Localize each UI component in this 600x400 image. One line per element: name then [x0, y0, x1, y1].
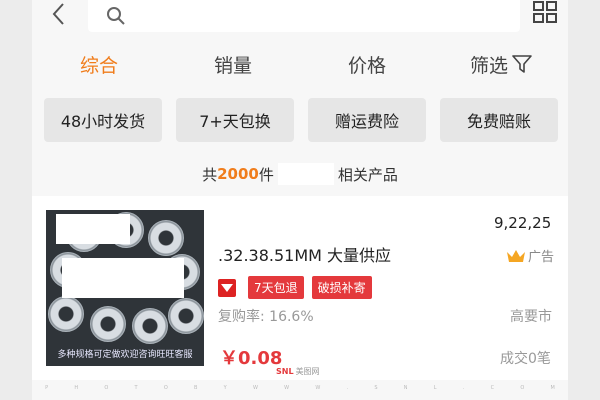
watermark-brand: SNL	[276, 367, 294, 376]
product-card[interactable]: 多种规格可定做欢迎咨询旺旺客服 9,22,25 .32.38.51MM 大量供应…	[32, 196, 568, 380]
tab-filter[interactable]: 筛选	[434, 44, 568, 84]
watermark-letter: T	[134, 385, 138, 391]
back-button[interactable]	[44, 0, 74, 28]
tag-7day-return: 7天包退	[248, 276, 304, 299]
tab-sales[interactable]: 销量	[166, 44, 300, 84]
watermark-letter: H	[74, 385, 79, 391]
watermark-strip: P H O T O B Y W W W . S N L . C O M	[32, 380, 568, 396]
redacted-area	[62, 258, 184, 298]
search-input[interactable]	[134, 2, 514, 30]
ad-text: 广告	[528, 250, 555, 265]
product-price: ￥0.08	[220, 348, 283, 369]
watermark-brand-sub: 美图网	[295, 367, 320, 376]
watermark-letter: W	[284, 385, 290, 391]
product-tags: 7天包退 破损补寄	[218, 276, 380, 299]
spec-numbers: 9,22,25	[494, 214, 552, 232]
redacted-keyword	[277, 163, 334, 185]
result-count: 共 2000 件 相关产品	[32, 154, 568, 194]
watermark-letter: S	[374, 385, 378, 391]
crown-icon	[506, 248, 526, 264]
watermark-letter: Y	[223, 385, 227, 391]
flange-ring	[48, 296, 84, 332]
watermark-letter: L	[433, 385, 437, 391]
tab-label: 筛选	[469, 54, 508, 77]
search-results-page: 综合 销量 价格 筛选 48小时发货 7+天包换 赠运费险 免费赔账 共 200…	[32, 0, 568, 400]
flange-ring	[132, 308, 168, 344]
watermark-letter: M	[550, 385, 555, 391]
tab-label: 综合	[79, 54, 118, 77]
flange-ring	[148, 220, 184, 256]
count-prefix: 共	[202, 165, 218, 184]
product-image[interactable]: 多种规格可定做欢迎咨询旺旺客服	[46, 210, 204, 366]
sort-tabs: 综合 销量 价格 筛选	[32, 44, 568, 84]
tag-damage-resend: 破损补寄	[311, 276, 372, 299]
image-caption: 多种规格可定做欢迎咨询旺旺客服	[57, 350, 193, 360]
search-box[interactable]	[88, 0, 520, 32]
top-bar	[32, 0, 568, 34]
tab-comprehensive[interactable]: 综合	[32, 44, 166, 84]
filter-chips: 48小时发货 7+天包换 赠运费险 免费赔账	[44, 98, 558, 144]
watermark-letter: .	[346, 385, 349, 391]
watermark-letter: O	[520, 385, 525, 391]
watermark-letter: .	[462, 385, 465, 391]
grid-view-button[interactable]	[532, 0, 558, 24]
watermark-letter: O	[163, 385, 168, 391]
redacted-area	[56, 214, 130, 244]
count-number: 2000	[217, 165, 259, 183]
search-icon	[107, 7, 125, 25]
sales-count: 成交0笔	[500, 351, 551, 367]
watermark-letter: W	[252, 385, 258, 391]
tab-label: 销量	[213, 54, 252, 77]
chip-shipping-insurance[interactable]: 赠运费险	[308, 98, 426, 142]
flange-ring	[90, 306, 126, 342]
filter-icon	[512, 54, 532, 74]
back-arrow-icon	[52, 3, 64, 25]
seller-location: 高要市	[510, 309, 552, 325]
chip-7day-exchange[interactable]: 7+天包换	[176, 98, 294, 142]
chip-48h-shipping[interactable]: 48小时发货	[44, 98, 162, 142]
product-title[interactable]: .32.38.51MM 大量供应	[218, 242, 391, 266]
watermark-letter: B	[194, 385, 198, 391]
watermark-letter: N	[403, 385, 408, 391]
tmall-icon	[218, 278, 236, 297]
grid-view-icon	[533, 1, 557, 23]
tab-price[interactable]: 价格	[300, 44, 434, 84]
ad-label: 广告	[506, 246, 554, 265]
watermark-letter: C	[490, 385, 495, 391]
watermark-logo: SNL 美图网	[276, 366, 320, 377]
count-suffix: 相关产品	[337, 165, 398, 184]
flange-ring	[168, 298, 204, 334]
watermark-letter: W	[315, 385, 321, 391]
count-unit: 件	[258, 165, 274, 184]
repurchase-rate: 复购率: 16.6%	[218, 309, 314, 325]
chip-free-compensation[interactable]: 免费赔账	[440, 98, 558, 142]
watermark-letter: O	[104, 385, 109, 391]
tab-label: 价格	[347, 54, 386, 77]
watermark-letter: P	[45, 385, 49, 391]
